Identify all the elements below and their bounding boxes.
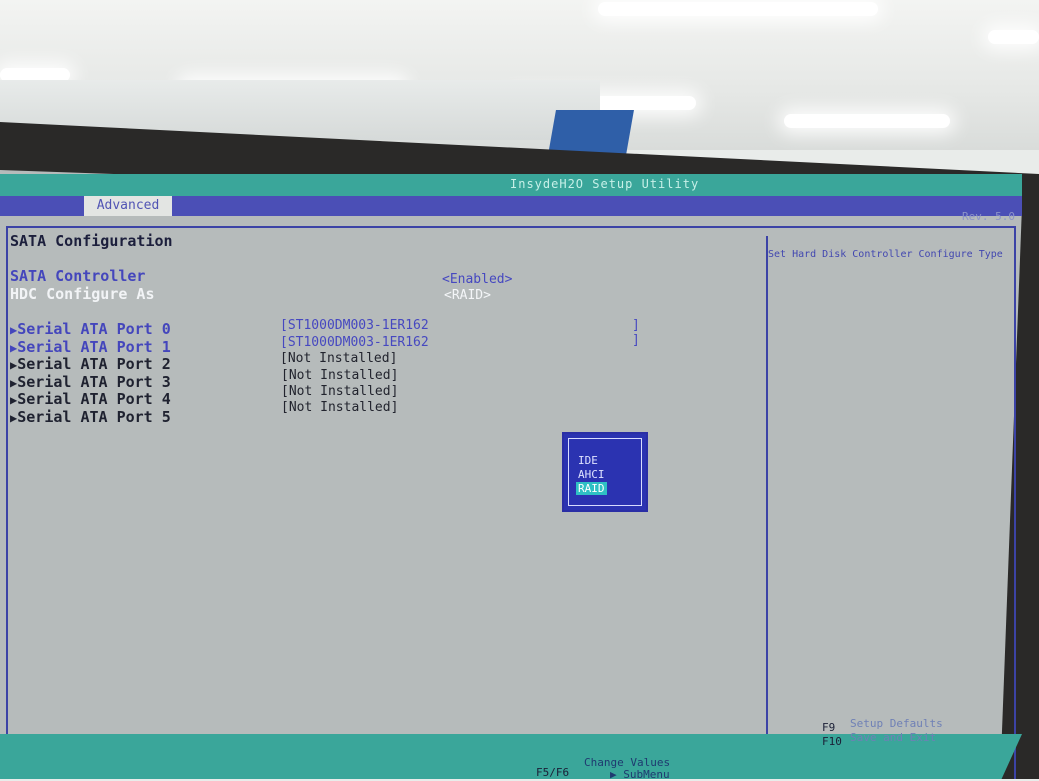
port-value: [ST1000DM003-1ER162 bbox=[280, 318, 429, 333]
serial-ata-port-0[interactable]: ▶Serial ATA Port 0 bbox=[10, 320, 171, 338]
option-ide[interactable]: IDE bbox=[578, 454, 598, 467]
arrow-right-icon: ▶ bbox=[610, 768, 624, 781]
f10-key: F10 bbox=[822, 735, 842, 748]
help-text: Set Hard Disk Controller Configure Type bbox=[768, 249, 1003, 260]
serial-ata-port-2[interactable]: ▶Serial ATA Port 2 bbox=[10, 355, 171, 373]
port-value-close: ] bbox=[632, 318, 640, 333]
port-value: [Not Installed] bbox=[281, 400, 399, 415]
ceiling-light bbox=[598, 2, 878, 16]
utility-title: InsydeH2O Setup Utility bbox=[510, 177, 700, 191]
port-label: Serial ATA Port 3 bbox=[17, 373, 171, 391]
port-label: Serial ATA Port 4 bbox=[17, 390, 171, 408]
f5f6-key: F5/F6 bbox=[536, 766, 570, 779]
port-value-close: ] bbox=[632, 333, 640, 348]
serial-ata-port-5[interactable]: ▶Serial ATA Port 5 bbox=[10, 408, 171, 426]
hdc-configure-setting[interactable]: HDC Configure As bbox=[10, 285, 155, 303]
serial-ata-port-1[interactable]: ▶Serial ATA Port 1 bbox=[10, 338, 171, 356]
setting-label: SATA Controller bbox=[10, 267, 146, 285]
port-label: Serial ATA Port 1 bbox=[17, 338, 171, 356]
ceiling-light bbox=[988, 30, 1039, 44]
port-value: [Not Installed] bbox=[281, 384, 399, 399]
ceiling-light bbox=[784, 114, 950, 128]
wall-panel bbox=[548, 110, 634, 155]
tab-advanced[interactable]: Advanced bbox=[84, 196, 172, 216]
setting-label: HDC Configure As bbox=[10, 285, 155, 303]
revision-label: Rev. 5.0 bbox=[962, 210, 1015, 223]
serial-ata-port-4[interactable]: ▶Serial ATA Port 4 bbox=[10, 390, 171, 408]
option-ahci[interactable]: AHCI bbox=[578, 468, 605, 481]
hdc-configure-value: <RAID> bbox=[444, 288, 491, 303]
main-panel bbox=[6, 226, 1016, 779]
sata-controller-setting[interactable]: SATA Controller bbox=[10, 267, 145, 285]
option-popup: IDE AHCI RAID bbox=[562, 432, 648, 512]
f10-label: Save and Exit bbox=[850, 731, 937, 744]
page-title: SATA Configuration bbox=[10, 232, 173, 250]
f9-label: Setup Defaults bbox=[850, 717, 943, 730]
port-label: Serial ATA Port 5 bbox=[17, 408, 171, 426]
help-divider bbox=[766, 236, 768, 736]
port-value: [Not Installed] bbox=[281, 368, 399, 383]
port-value: [ST1000DM003-1ER162 bbox=[280, 335, 429, 350]
port-label: Serial ATA Port 2 bbox=[17, 355, 171, 373]
option-raid[interactable]: RAID bbox=[576, 482, 607, 495]
port-label: Serial ATA Port 0 bbox=[17, 320, 171, 338]
title-bar: InsydeH2O Setup Utility bbox=[0, 174, 1022, 196]
port-value: [Not Installed] bbox=[280, 351, 398, 366]
serial-ata-port-3[interactable]: ▶Serial ATA Port 3 bbox=[10, 373, 171, 391]
enter-label: SubMenu bbox=[623, 768, 670, 781]
sata-controller-value: <Enabled> bbox=[442, 272, 513, 287]
enter-submenu-hint: ▶ SubMenu bbox=[610, 768, 670, 781]
f9-key: F9 bbox=[822, 721, 836, 734]
